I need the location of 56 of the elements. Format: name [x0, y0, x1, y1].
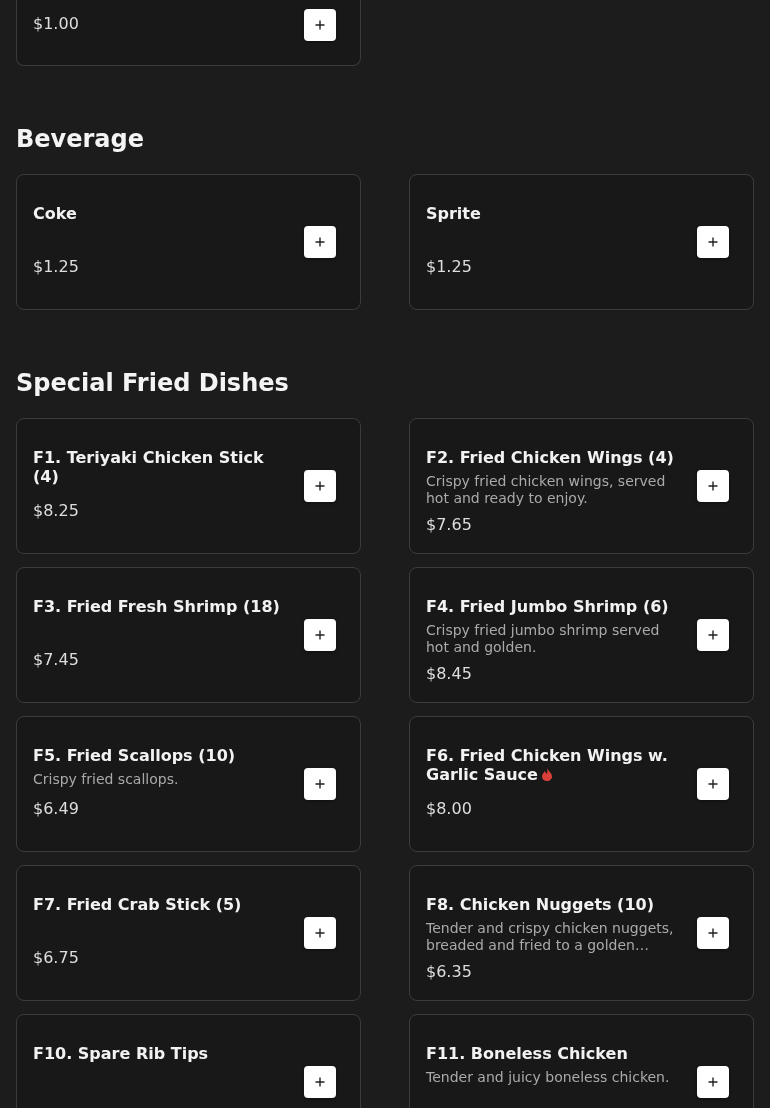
item-name: F2. Fried Chicken Wings (4): [426, 448, 674, 467]
item-name: F3. Fried Fresh Shrimp (18): [33, 597, 280, 616]
plus-icon: [315, 1077, 325, 1087]
add-button[interactable]: [697, 917, 729, 949]
item-price: $1.00: [33, 14, 79, 33]
item-name: F1. Teriyaki Chicken Stick (4): [33, 448, 264, 486]
item-price: $1.25: [426, 257, 472, 276]
item-price: $6.35: [426, 962, 472, 981]
item-name: F7. Fried Crab Stick (5): [33, 895, 242, 914]
add-button[interactable]: [304, 917, 336, 949]
plus-icon: [708, 779, 718, 789]
plus-icon: [708, 928, 718, 938]
add-button[interactable]: [697, 226, 729, 258]
plus-icon: [315, 779, 325, 789]
add-button[interactable]: [697, 470, 729, 502]
plus-icon: [315, 928, 325, 938]
item-price: $8.25: [33, 501, 79, 520]
item-name: Coke: [33, 204, 77, 223]
item-price: $8.45: [426, 664, 472, 683]
item-name: Sprite: [426, 204, 481, 223]
plus-icon: [315, 20, 325, 30]
item-name: F5. Fried Scallops (10): [33, 746, 236, 765]
item-price: $7.45: [33, 650, 79, 669]
item-description: Crispy fried chicken wings, served hot and ready to enjoy.: [426, 473, 667, 507]
item-description: Crispy fried scallops.: [33, 771, 180, 788]
add-button[interactable]: [304, 226, 336, 258]
section-heading: Beverage: [16, 125, 145, 154]
plus-icon: [708, 1077, 718, 1087]
item-price: $8.00: [426, 799, 472, 818]
add-button[interactable]: [304, 768, 336, 800]
plus-icon: [708, 630, 718, 640]
plus-icon: [315, 630, 325, 640]
section-heading: Special Fried Dishes: [16, 369, 290, 398]
plus-icon: [708, 237, 718, 247]
item-price: $1.25: [33, 257, 79, 276]
add-button[interactable]: [697, 619, 729, 651]
add-button[interactable]: [304, 9, 336, 41]
item-price: $7.65: [426, 515, 472, 534]
add-button[interactable]: [304, 1066, 336, 1098]
item-name: F8. Chicken Nuggets (10): [426, 895, 654, 914]
item-name: F6. Fried Chicken Wings w. Garlic Sauce: [426, 746, 668, 784]
plus-icon: [315, 481, 325, 491]
item-name: F10. Spare Rib Tips: [33, 1044, 209, 1063]
plus-icon: [708, 481, 718, 491]
add-button[interactable]: [697, 768, 729, 800]
item-description: Crispy fried jumbo shrimp served hot and golden.: [426, 622, 661, 656]
item-description: Tender and crispy chicken nuggets, breaded and fried to a golden…: [426, 920, 675, 954]
item-price: $6.49: [33, 799, 79, 818]
item-name: F11. Boneless Chicken: [426, 1044, 628, 1063]
add-button[interactable]: [304, 470, 336, 502]
add-button[interactable]: [697, 1066, 729, 1098]
item-name: F4. Fried Jumbo Shrimp (6): [426, 597, 669, 616]
item-description: Tender and juicy boneless chicken.: [426, 1069, 671, 1086]
item-price: $6.75: [33, 948, 79, 967]
add-button[interactable]: [304, 619, 336, 651]
plus-icon: [315, 237, 325, 247]
